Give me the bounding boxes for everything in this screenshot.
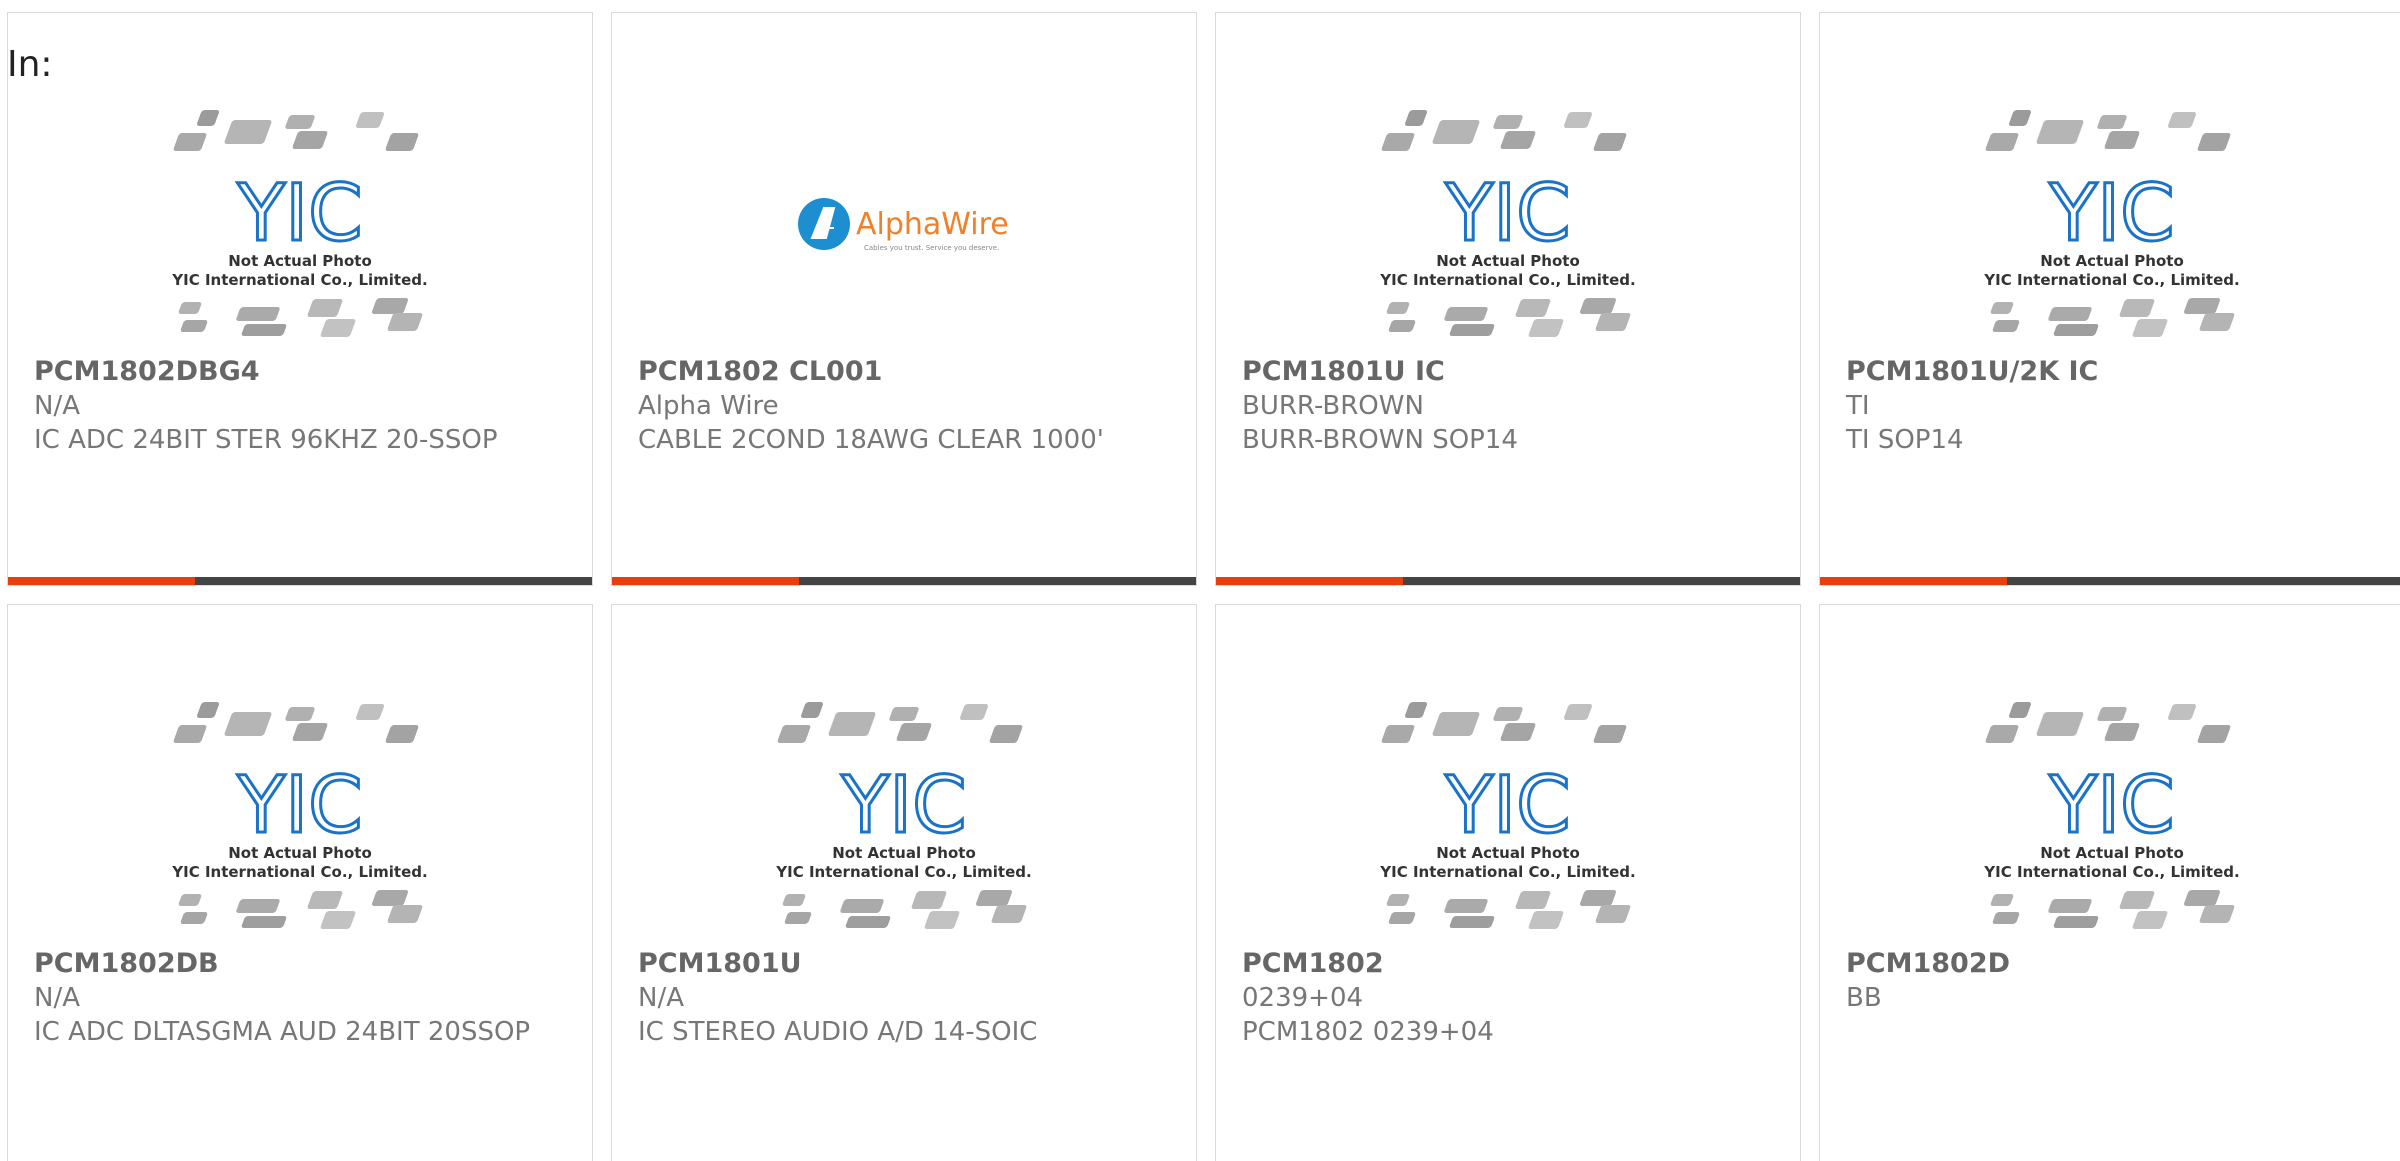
product-card[interactable]: YIC Not Actual Photo YIC International Co.… [1819,604,2400,1161]
product-image[interactable]: YIC Not Actual Photo YIC International Co.… [612,685,1196,955]
product-image[interactable]: YIC Not Actual Photo YIC International Co.… [1820,93,2400,363]
card-accent-bar-fill [612,577,799,585]
card-accent-bar-fill [8,577,195,585]
description: IC STEREO AUDIO A/D 14-SOIC [638,1017,1038,1047]
product-info: PCM1802DBG4 N/A IC ADC 24BIT STER 96KHZ 20… [34,355,566,457]
company-name-text: YIC International Co., Limited. [1379,271,1635,289]
yic-logo-text: YIC [2048,169,2174,259]
yic-placeholder-image: YICNot Actual PhotoYIC International Co.… [1379,110,1636,337]
company-name-text: YIC International Co., Limited. [1379,863,1635,881]
description: IC ADC DLTASGMA AUD 24BIT 20SSOP [34,1017,531,1047]
manufacturer: TI [1846,391,1870,421]
not-actual-photo-text: Not Actual Photo [2040,844,2184,862]
svg-text:Cables you trust. Service you: Cables you trust. Service you deserve. [864,244,999,252]
manufacturer: 0239+04 [1242,983,1364,1013]
not-actual-photo-text: Not Actual Photo [228,844,372,862]
svg-text:AlphaWire: AlphaWire [856,207,1009,242]
product-card[interactable]: YIC Not Actual Photo YIC International Co.… [1215,604,1801,1161]
manufacturer: Alpha Wire [638,391,779,421]
description: CABLE 2COND 18AWG CLEAR 1000' [638,425,1104,455]
card-accent-bar [8,577,592,585]
company-name-text: YIC International Co., Limited. [1983,863,2239,881]
product-image[interactable]: YIC Not Actual Photo YIC International Co.… [1820,685,2400,955]
yic-logo-text: YIC [1444,761,1570,851]
part-number[interactable]: PCM1802DBG4 [34,355,566,389]
part-number[interactable]: PCM1802DB [34,947,566,981]
product-info: PCM1801U N/A IC STEREO AUDIO A/D 14-SOIC [638,947,1170,1049]
not-actual-photo-text: Not Actual Photo [1436,252,1580,270]
product-info: PCM1802D BB [1846,947,2378,1015]
yic-placeholder-image: YICNot Actual PhotoYIC International Co.… [775,702,1032,929]
product-info: PCM1801U IC BURR-BROWN BURR-BROWN SOP14 [1242,355,1774,457]
manufacturer: BB [1846,983,1882,1013]
card-accent-bar [612,577,1196,585]
product-grid-page: In: YIC Not Actual Photo YIC International… [0,0,2400,1161]
card-accent-bar [1216,577,1800,585]
yic-placeholder-image: YICNot Actual PhotoYIC International Co.… [1983,702,2240,929]
yic-logo-text: YIC [236,169,362,259]
product-image[interactable]: YIC Not Actual Photo YIC International Co.… [8,685,592,955]
part-number[interactable]: PCM1802 [1242,947,1774,981]
manufacturer: N/A [638,983,684,1013]
yic-placeholder-image: YICNot Actual PhotoYIC International Co.… [171,110,428,337]
card-accent-bar-fill [1216,577,1403,585]
product-card[interactable]: YIC Not Actual Photo YIC International Co.… [7,12,593,586]
manufacturer: BURR-BROWN [1242,391,1424,421]
not-actual-photo-text: Not Actual Photo [832,844,976,862]
description: IC ADC 24BIT STER 96KHZ 20-SSOP [34,425,498,455]
description: PCM1802 0239+04 [1242,1017,1494,1047]
product-grid: YIC Not Actual Photo YIC International Co.… [7,12,2400,1161]
product-info: PCM1802 0239+04 PCM1802 0239+04 [1242,947,1774,1049]
card-accent-bar [1820,577,2400,585]
part-number[interactable]: PCM1801U IC [1242,355,1774,389]
yic-placeholder-image: YICNot Actual PhotoYIC International Co.… [1983,110,2240,337]
product-info: PCM1801U/2K IC TI TI SOP14 [1846,355,2378,457]
product-info: PCM1802 CL001 Alpha Wire CABLE 2COND 18AWG… [638,355,1170,457]
manufacturer: N/A [34,391,80,421]
company-name-text: YIC International Co., Limited. [775,863,1031,881]
yic-logo-text: YIC [1444,169,1570,259]
manufacturer: N/A [34,983,80,1013]
company-name-text: YIC International Co., Limited. [171,271,427,289]
part-number[interactable]: PCM1801U/2K IC [1846,355,2378,389]
description: TI SOP14 [1846,425,1964,455]
yic-placeholder-image: YICNot Actual PhotoYIC International Co.… [1379,702,1636,929]
not-actual-photo-text: Not Actual Photo [228,252,372,270]
product-card[interactable]: YIC Not Actual Photo YIC International Co.… [7,604,593,1161]
not-actual-photo-text: Not Actual Photo [1436,844,1580,862]
company-name-text: YIC International Co., Limited. [1983,271,2239,289]
product-image[interactable]: AlphaWire Cables you trust. Service you d… [612,93,1196,363]
company-name-text: YIC International Co., Limited. [171,863,427,881]
part-number[interactable]: PCM1802 CL001 [638,355,1170,389]
product-image[interactable]: YIC Not Actual Photo YIC International Co.… [1216,685,1800,955]
product-image[interactable]: YIC Not Actual Photo YIC International Co.… [1216,93,1800,363]
part-number[interactable]: PCM1801U [638,947,1170,981]
yic-placeholder-image: YICNot Actual PhotoYIC International Co.… [171,702,428,929]
in-label: In: [7,44,53,85]
yic-logo-text: YIC [2048,761,2174,851]
description: BURR-BROWN SOP14 [1242,425,1518,455]
product-card[interactable]: YIC Not Actual Photo YIC International Co.… [1819,12,2400,586]
product-info: PCM1802DB N/A IC ADC DLTASGMA AUD 24BIT 20… [34,947,566,1049]
yic-logo-text: YIC [840,761,966,851]
yic-logo-text: YIC [236,761,362,851]
part-number[interactable]: PCM1802D [1846,947,2378,981]
not-actual-photo-text: Not Actual Photo [2040,252,2184,270]
product-card[interactable]: YIC Not Actual Photo YIC International Co.… [611,604,1197,1161]
alphawire-logo: AlphaWire Cables you trust. Service you d… [798,198,1009,252]
card-accent-bar-fill [1820,577,2007,585]
product-card[interactable]: YIC Not Actual Photo YIC International Co.… [1215,12,1801,586]
product-card[interactable]: AlphaWire Cables you trust. Service you d… [611,12,1197,586]
product-image[interactable]: YIC Not Actual Photo YIC International Co.… [8,93,592,363]
